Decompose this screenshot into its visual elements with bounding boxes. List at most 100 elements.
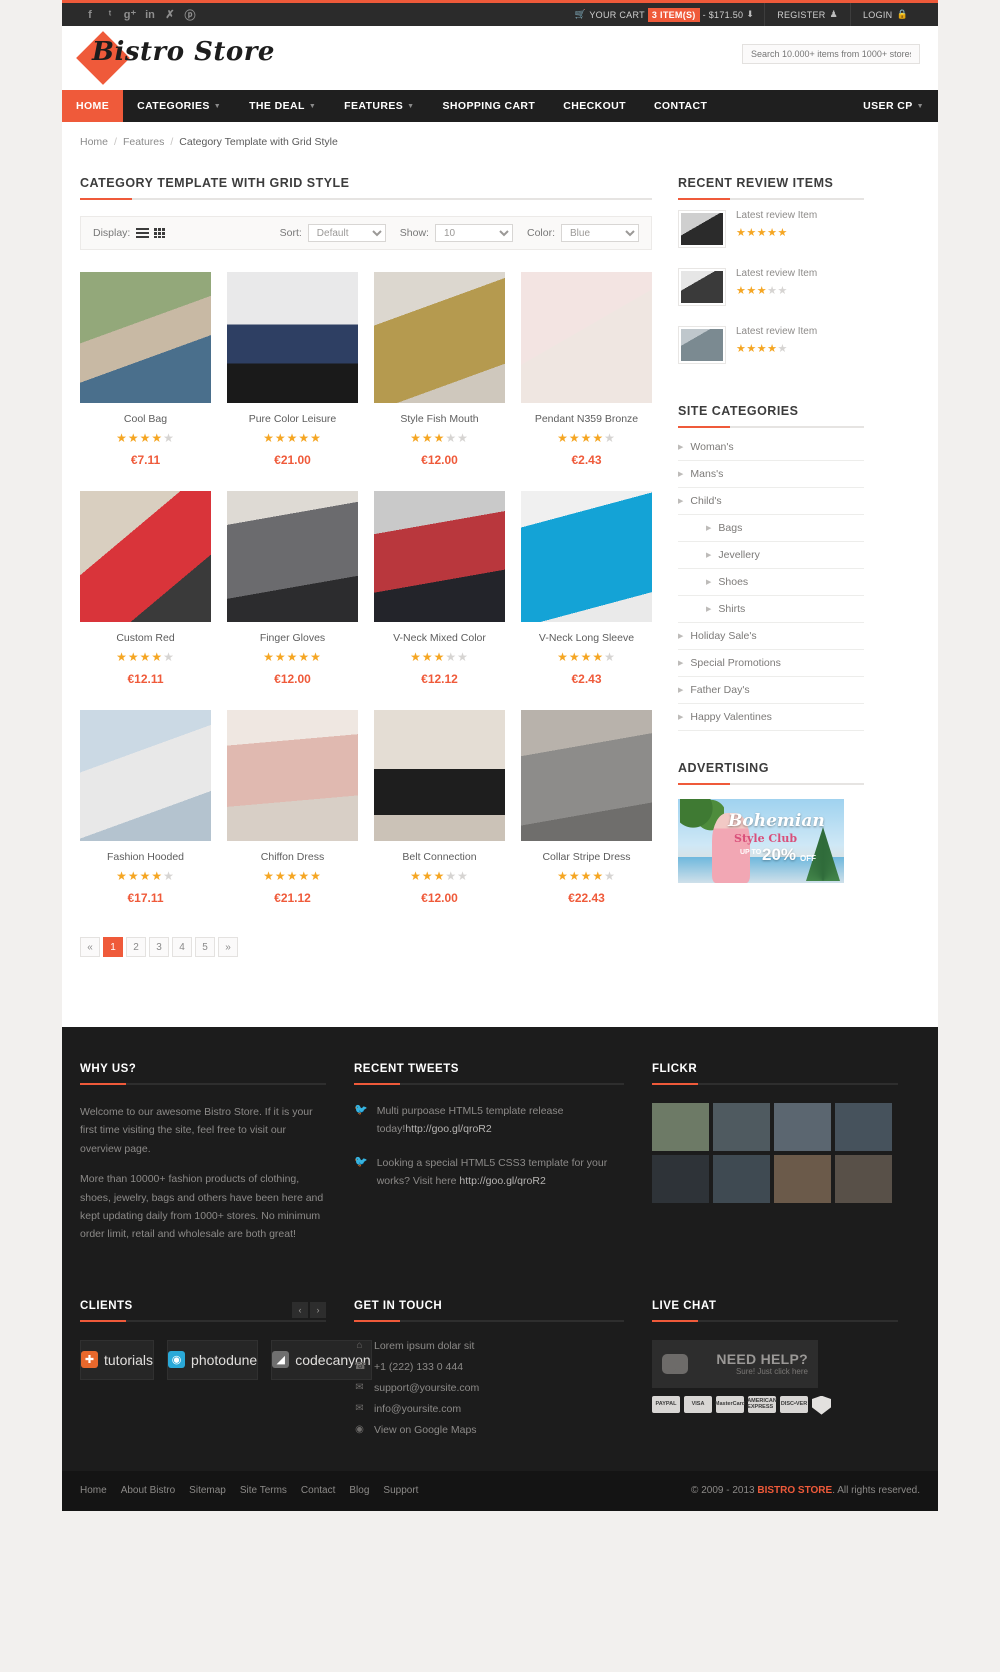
review-item[interactable]: Latest review Item ★★★★★ xyxy=(678,258,864,316)
twitter-icon[interactable]: ᵗ xyxy=(100,3,120,26)
category-item-mans-s[interactable]: ▶ Mans's xyxy=(678,461,864,488)
flickr-thumbnail[interactable] xyxy=(774,1103,831,1151)
cart-summary[interactable]: 🛒 YOUR CART 3 ITEM(S) - $171.50 ⬇ xyxy=(565,7,764,22)
contact-line[interactable]: ◉ View on Google Maps xyxy=(354,1424,624,1436)
sort-select[interactable]: Default xyxy=(307,224,386,242)
product-image[interactable] xyxy=(521,710,652,841)
contact-line[interactable]: ⌂ Lorem ipsum dolar sit xyxy=(354,1340,624,1352)
product-name[interactable]: Pendant N359 Bronze xyxy=(521,413,652,425)
product-image[interactable] xyxy=(374,272,505,403)
clients-next-button[interactable]: › xyxy=(310,1301,326,1318)
pagination-next[interactable]: » xyxy=(218,937,238,957)
product-image[interactable] xyxy=(80,491,211,622)
live-chat-button[interactable]: NEED HELP? Sure! Just click here xyxy=(652,1339,818,1388)
bottom-link-site-terms[interactable]: Site Terms xyxy=(240,1485,287,1496)
nav-item-shopping-cart[interactable]: SHOPPING CART xyxy=(429,90,550,122)
category-item-special-promotions[interactable]: ▶ Special Promotions xyxy=(678,650,864,677)
logo[interactable]: Bistro Store xyxy=(76,31,310,85)
xing-icon[interactable]: ✗ xyxy=(160,3,180,26)
contact-line[interactable]: ✉ info@yoursite.com xyxy=(354,1403,624,1415)
review-item[interactable]: Latest review Item ★★★★★ xyxy=(678,200,864,258)
flickr-thumbnail[interactable] xyxy=(774,1155,831,1203)
contact-line[interactable]: ✉ support@yoursite.com xyxy=(354,1382,624,1394)
pagination-prev[interactable]: « xyxy=(80,937,100,957)
tweet-link[interactable]: http://goo.gl/qroR2 xyxy=(405,1123,491,1135)
category-item-jevellery[interactable]: ▶ Jevellery xyxy=(678,542,864,569)
grid-view-icon[interactable] xyxy=(154,228,166,238)
category-item-bags[interactable]: ▶ Bags xyxy=(678,515,864,542)
linkedin-icon[interactable]: in xyxy=(140,3,160,26)
breadcrumb-item-features[interactable]: Features xyxy=(123,136,164,148)
bottom-link-sitemap[interactable]: Sitemap xyxy=(189,1485,226,1496)
bottom-link-home[interactable]: Home xyxy=(80,1485,107,1496)
flickr-thumbnail[interactable] xyxy=(713,1103,770,1151)
nav-item-user-cp[interactable]: USER CP ▼ xyxy=(849,90,938,122)
contact-line[interactable]: ☎ +1 (222) 133 0 444 xyxy=(354,1361,624,1373)
flickr-thumbnail[interactable] xyxy=(652,1103,709,1151)
bottom-link-blog[interactable]: Blog xyxy=(349,1485,369,1496)
product-card[interactable]: Finger Gloves ★★★★★ €12.00 xyxy=(227,491,358,686)
show-select[interactable]: 10 xyxy=(434,224,513,242)
review-title[interactable]: Latest review Item xyxy=(736,326,817,337)
tweet-link[interactable]: http://goo.gl/qroR2 xyxy=(459,1175,545,1187)
product-card[interactable]: Style Fish Mouth ★★★★★ €12.00 xyxy=(374,272,505,467)
product-name[interactable]: Cool Bag xyxy=(80,413,211,425)
pinterest-icon[interactable]: ⓟ xyxy=(180,3,200,26)
product-card[interactable]: V-Neck Long Sleeve ★★★★★ €2.43 xyxy=(521,491,652,686)
product-image[interactable] xyxy=(374,491,505,622)
review-title[interactable]: Latest review Item xyxy=(736,268,817,279)
nav-item-contact[interactable]: CONTACT xyxy=(640,90,721,122)
category-item-holiday-sale-s[interactable]: ▶ Holiday Sale's xyxy=(678,623,864,650)
advertising-banner[interactable]: Bohemian Style Club UP TO 20% OFF xyxy=(678,799,844,883)
login-link[interactable]: LOGIN 🔒 xyxy=(851,9,920,20)
product-card[interactable]: Collar Stripe Dress ★★★★★ €22.43 xyxy=(521,710,652,905)
product-image[interactable] xyxy=(521,491,652,622)
color-select[interactable]: Blue xyxy=(561,224,639,242)
register-link[interactable]: REGISTER ♟ xyxy=(765,9,850,20)
product-card[interactable]: Custom Red ★★★★★ €12.11 xyxy=(80,491,211,686)
flickr-thumbnail[interactable] xyxy=(835,1103,892,1151)
product-name[interactable]: V-Neck Mixed Color xyxy=(374,632,505,644)
product-card[interactable]: Pendant N359 Bronze ★★★★★ €2.43 xyxy=(521,272,652,467)
category-item-shirts[interactable]: ▶ Shirts xyxy=(678,596,864,623)
nav-item-checkout[interactable]: CHECKOUT xyxy=(549,90,640,122)
pagination-page-5[interactable]: 5 xyxy=(195,937,215,957)
search-input[interactable] xyxy=(742,44,920,64)
breadcrumb-item-home[interactable]: Home xyxy=(80,136,108,148)
pagination-page-3[interactable]: 3 xyxy=(149,937,169,957)
product-name[interactable]: V-Neck Long Sleeve xyxy=(521,632,652,644)
product-card[interactable]: Chiffon Dress ★★★★★ €21.12 xyxy=(227,710,358,905)
client-logo-photodune[interactable]: ◉ photodune xyxy=(167,1339,259,1380)
product-image[interactable] xyxy=(521,272,652,403)
review-title[interactable]: Latest review Item xyxy=(736,210,817,221)
category-item-happy-valentines[interactable]: ▶ Happy Valentines xyxy=(678,704,864,731)
bottom-link-about-bistro[interactable]: About Bistro xyxy=(121,1485,175,1496)
nav-item-home[interactable]: HOME xyxy=(62,90,124,122)
category-item-shoes[interactable]: ▶ Shoes xyxy=(678,569,864,596)
product-name[interactable]: Collar Stripe Dress xyxy=(521,851,652,863)
flickr-thumbnail[interactable] xyxy=(835,1155,892,1203)
product-image[interactable] xyxy=(227,272,358,403)
nav-item-categories[interactable]: CATEGORIES ▼ xyxy=(123,90,235,122)
review-item[interactable]: Latest review Item ★★★★★ xyxy=(678,316,864,374)
product-name[interactable]: Style Fish Mouth xyxy=(374,413,505,425)
product-card[interactable]: Fashion Hooded ★★★★★ €17.11 xyxy=(80,710,211,905)
nav-item-the-deal[interactable]: THE DEAL ▼ xyxy=(235,90,330,122)
product-image[interactable] xyxy=(80,272,211,403)
clients-prev-button[interactable]: ‹ xyxy=(292,1301,308,1318)
product-name[interactable]: Chiffon Dress xyxy=(227,851,358,863)
product-card[interactable]: V-Neck Mixed Color ★★★★★ €12.12 xyxy=(374,491,505,686)
category-item-child-s[interactable]: ▶ Child's xyxy=(678,488,864,515)
googleplus-icon[interactable]: g⁺ xyxy=(120,3,140,26)
flickr-thumbnail[interactable] xyxy=(652,1155,709,1203)
bottom-link-contact[interactable]: Contact xyxy=(301,1485,335,1496)
product-card[interactable]: Cool Bag ★★★★★ €7.11 xyxy=(80,272,211,467)
product-card[interactable]: Pure Color Leisure ★★★★★ €21.00 xyxy=(227,272,358,467)
pagination-page-2[interactable]: 2 xyxy=(126,937,146,957)
nav-item-features[interactable]: FEATURES ▼ xyxy=(330,90,428,122)
product-image[interactable] xyxy=(374,710,505,841)
category-item-father-day-s[interactable]: ▶ Father Day's xyxy=(678,677,864,704)
product-image[interactable] xyxy=(227,710,358,841)
product-name[interactable]: Belt Connection xyxy=(374,851,505,863)
client-logo-tutorials[interactable]: ✚ tutorials xyxy=(80,1339,155,1380)
